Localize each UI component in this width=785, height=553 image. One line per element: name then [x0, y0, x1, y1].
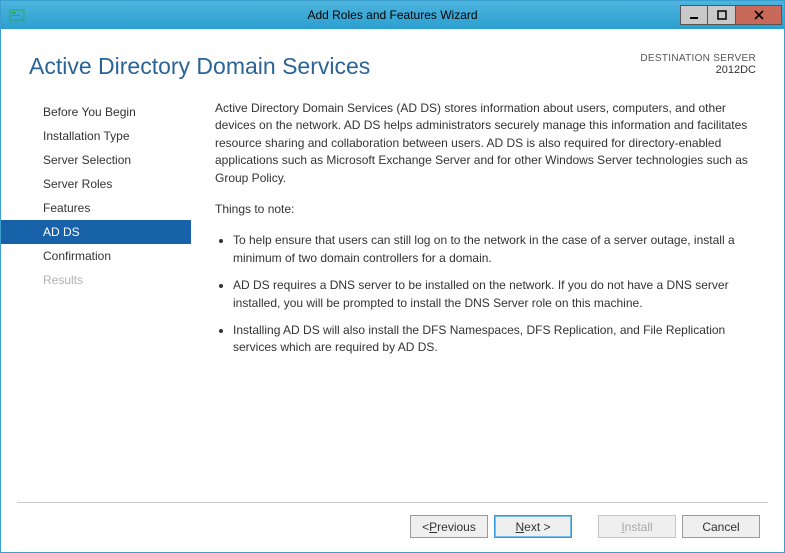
note-item: Installing AD DS will also install the D…	[233, 322, 756, 357]
note-item: To help ensure that users can still log …	[233, 232, 756, 267]
body: Before You Begin Installation Type Serve…	[1, 90, 784, 502]
intro-text: Active Directory Domain Services (AD DS)…	[215, 100, 756, 187]
sidebar-item-results: Results	[1, 268, 191, 292]
sidebar-item-server-roles[interactable]: Server Roles	[1, 172, 191, 196]
sidebar-item-server-selection[interactable]: Server Selection	[1, 148, 191, 172]
note-heading: Things to note:	[215, 201, 756, 218]
page-title: Active Directory Domain Services	[29, 53, 370, 80]
note-item: AD DS requires a DNS server to be instal…	[233, 277, 756, 312]
destination-server: DESTINATION SERVER 2012DC	[640, 53, 756, 76]
previous-button[interactable]: < Previous	[410, 515, 488, 538]
sidebar-item-features[interactable]: Features	[1, 196, 191, 220]
titlebar[interactable]: Add Roles and Features Wizard	[1, 1, 784, 29]
next-button[interactable]: Next >	[494, 515, 572, 538]
window-controls	[680, 5, 782, 25]
install-button: Install	[598, 515, 676, 538]
sidebar-item-installation-type[interactable]: Installation Type	[1, 124, 191, 148]
note-list: To help ensure that users can still log …	[215, 232, 756, 356]
sidebar-item-confirmation[interactable]: Confirmation	[1, 244, 191, 268]
sidebar-item-ad-ds[interactable]: AD DS	[1, 220, 191, 244]
header: Active Directory Domain Services DESTINA…	[1, 29, 784, 90]
destination-label: DESTINATION SERVER	[640, 53, 756, 64]
cancel-button[interactable]: Cancel	[682, 515, 760, 538]
wizard-window: Add Roles and Features Wizard Active Dir…	[0, 0, 785, 553]
app-icon	[9, 7, 25, 23]
footer: < Previous Next > Install Cancel	[17, 502, 768, 552]
sidebar: Before You Begin Installation Type Serve…	[1, 90, 191, 502]
maximize-button[interactable]	[708, 5, 736, 25]
minimize-button[interactable]	[680, 5, 708, 25]
content: Active Directory Domain Services (AD DS)…	[191, 90, 756, 502]
sidebar-item-before-you-begin[interactable]: Before You Begin	[1, 100, 191, 124]
window-title: Add Roles and Features Wizard	[1, 8, 784, 22]
close-button[interactable]	[736, 5, 782, 25]
destination-value: 2012DC	[640, 64, 756, 76]
